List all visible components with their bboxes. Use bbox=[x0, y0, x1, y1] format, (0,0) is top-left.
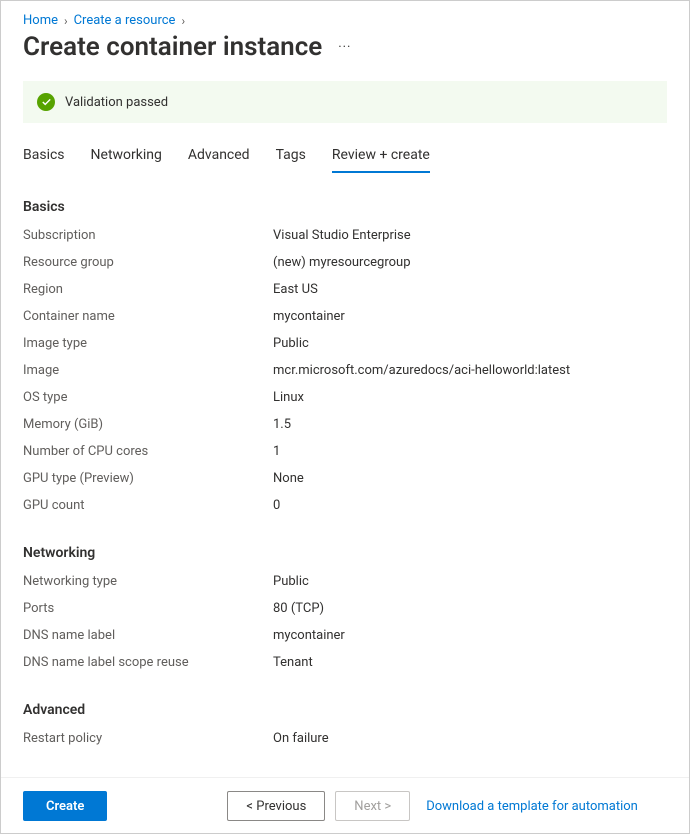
kv-value: Public bbox=[273, 335, 309, 353]
tab-networking[interactable]: Networking bbox=[91, 147, 162, 173]
kv-label: Networking type bbox=[23, 573, 273, 591]
kv-row: Resource group(new) myresourcegroup bbox=[23, 254, 667, 272]
kv-label: DNS name label bbox=[23, 627, 273, 645]
kv-label: Region bbox=[23, 281, 273, 299]
more-actions-button[interactable]: ··· bbox=[334, 38, 355, 57]
kv-value: Tenant bbox=[273, 654, 313, 672]
next-button: Next > bbox=[335, 791, 410, 821]
section-advanced: Advanced Restart policyOn failure bbox=[23, 702, 667, 748]
kv-row: Number of CPU cores1 bbox=[23, 443, 667, 461]
check-circle-icon bbox=[37, 93, 55, 111]
kv-row: Networking typePublic bbox=[23, 573, 667, 591]
kv-row: OS typeLinux bbox=[23, 389, 667, 407]
kv-row: SubscriptionVisual Studio Enterprise bbox=[23, 227, 667, 245]
validation-banner: Validation passed bbox=[23, 81, 667, 123]
kv-label: OS type bbox=[23, 389, 273, 407]
chevron-right-icon: › bbox=[181, 14, 185, 28]
previous-button[interactable]: < Previous bbox=[227, 791, 325, 821]
kv-value: On failure bbox=[273, 730, 329, 748]
breadcrumb-create-resource[interactable]: Create a resource bbox=[74, 13, 176, 28]
section-networking: Networking Networking typePublic Ports80… bbox=[23, 545, 667, 672]
kv-value: (new) myresourcegroup bbox=[273, 254, 411, 272]
kv-row: Container namemycontainer bbox=[23, 308, 667, 326]
kv-label: Image type bbox=[23, 335, 273, 353]
validation-message: Validation passed bbox=[65, 95, 168, 110]
kv-row: Memory (GiB)1.5 bbox=[23, 416, 667, 434]
tab-review-create[interactable]: Review + create bbox=[332, 147, 430, 173]
kv-value: None bbox=[273, 470, 304, 488]
kv-row: Ports80 (TCP) bbox=[23, 600, 667, 618]
kv-row: Restart policyOn failure bbox=[23, 730, 667, 748]
kv-label: Image bbox=[23, 362, 273, 380]
kv-value: East US bbox=[273, 281, 318, 299]
kv-label: DNS name label scope reuse bbox=[23, 654, 273, 672]
kv-label: Subscription bbox=[23, 227, 273, 245]
download-template-link[interactable]: Download a template for automation bbox=[426, 799, 638, 814]
kv-label: Memory (GiB) bbox=[23, 416, 273, 434]
kv-row: RegionEast US bbox=[23, 281, 667, 299]
kv-value: Visual Studio Enterprise bbox=[273, 227, 411, 245]
kv-value: mycontainer bbox=[273, 627, 345, 645]
kv-label: Resource group bbox=[23, 254, 273, 272]
tab-advanced[interactable]: Advanced bbox=[188, 147, 250, 173]
kv-row: GPU count0 bbox=[23, 497, 667, 515]
kv-value: Linux bbox=[273, 389, 304, 407]
kv-value: 1.5 bbox=[273, 416, 291, 434]
kv-value: 1 bbox=[273, 443, 280, 461]
page-title: Create container instance bbox=[23, 32, 322, 63]
kv-label: Container name bbox=[23, 308, 273, 326]
kv-label: GPU type (Preview) bbox=[23, 470, 273, 488]
kv-label: GPU count bbox=[23, 497, 273, 515]
tab-tags[interactable]: Tags bbox=[276, 147, 306, 173]
breadcrumb: Home › Create a resource › bbox=[23, 13, 667, 28]
section-heading: Basics bbox=[23, 199, 667, 215]
footer-action-bar: Create < Previous Next > Download a temp… bbox=[1, 778, 689, 833]
kv-value: 0 bbox=[273, 497, 280, 515]
kv-label: Number of CPU cores bbox=[23, 443, 273, 461]
section-basics: Basics SubscriptionVisual Studio Enterpr… bbox=[23, 199, 667, 515]
kv-label: Ports bbox=[23, 600, 273, 618]
kv-row: Image typePublic bbox=[23, 335, 667, 353]
kv-value: 80 (TCP) bbox=[273, 600, 324, 618]
section-heading: Advanced bbox=[23, 702, 667, 718]
section-heading: Networking bbox=[23, 545, 667, 561]
kv-row: DNS name label scope reuseTenant bbox=[23, 654, 667, 672]
create-button[interactable]: Create bbox=[23, 791, 107, 821]
kv-value: mycontainer bbox=[273, 308, 345, 326]
kv-value: mcr.microsoft.com/azuredocs/aci-hellowor… bbox=[273, 362, 570, 380]
chevron-right-icon: › bbox=[64, 14, 68, 28]
tab-basics[interactable]: Basics bbox=[23, 147, 65, 173]
kv-value: Public bbox=[273, 573, 309, 591]
kv-row: GPU type (Preview)None bbox=[23, 470, 667, 488]
kv-row: Imagemcr.microsoft.com/azuredocs/aci-hel… bbox=[23, 362, 667, 380]
tabs: Basics Networking Advanced Tags Review +… bbox=[23, 147, 667, 173]
kv-row: DNS name labelmycontainer bbox=[23, 627, 667, 645]
review-content: Basics SubscriptionVisual Studio Enterpr… bbox=[23, 199, 667, 833]
breadcrumb-home[interactable]: Home bbox=[23, 13, 58, 28]
kv-label: Restart policy bbox=[23, 730, 273, 748]
